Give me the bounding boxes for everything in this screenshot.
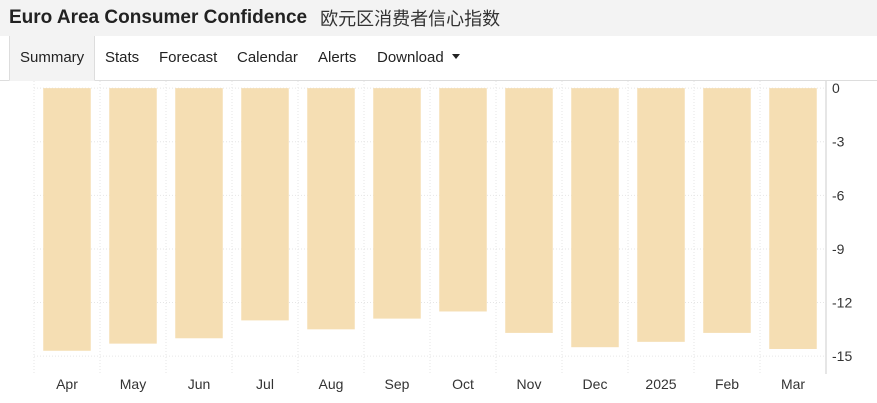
chevron-down-icon: [451, 53, 460, 59]
bar[interactable]: [637, 88, 685, 342]
x-tick-label: Sep: [385, 376, 410, 392]
y-tick-label: -12: [832, 295, 852, 311]
bar[interactable]: [43, 88, 91, 351]
bar[interactable]: [241, 88, 289, 321]
x-tick-label: Mar: [781, 376, 805, 392]
y-tick-label: -15: [832, 348, 852, 364]
x-axis-labels: Apr May Jun Jul Aug Sep Oct Nov Dec 2025 Feb Mar: [56, 376, 805, 392]
tab-bar: Summary Stats Forecast Calendar Alerts D…: [0, 36, 877, 81]
x-tick-label: Dec: [583, 376, 608, 392]
x-tick-label: Oct: [452, 376, 474, 392]
tab-alerts[interactable]: Alerts: [318, 36, 356, 80]
bar[interactable]: [307, 88, 355, 330]
bar[interactable]: [571, 88, 619, 348]
tab-stats[interactable]: Stats: [105, 36, 139, 80]
x-tick-label: Aug: [319, 376, 344, 392]
tab-summary[interactable]: Summary: [9, 36, 96, 81]
x-tick-label: 2025: [645, 376, 676, 392]
bar[interactable]: [505, 88, 553, 333]
page-title-chinese: 欧元区消费者信心指数: [320, 9, 501, 30]
tab-download[interactable]: Download: [377, 36, 460, 80]
y-tick-label: -3: [832, 134, 845, 150]
bar[interactable]: [439, 88, 487, 312]
bar[interactable]: [175, 88, 223, 339]
bar[interactable]: [769, 88, 817, 349]
x-tick-label: Jul: [256, 376, 274, 392]
bar[interactable]: [373, 88, 421, 319]
x-tick-label: May: [120, 376, 146, 392]
x-tick-label: Nov: [517, 376, 542, 392]
page-title: Euro Area Consumer Confidence: [9, 7, 308, 28]
page-header: Euro Area Consumer Confidence 欧元区消费者信心指数: [0, 0, 877, 36]
y-tick-label: 0: [832, 81, 840, 96]
x-tick-label: Feb: [715, 376, 739, 392]
bar-chart: Apr May Jun Jul Aug Sep Oct Nov Dec 2025 Feb Mar 0 -…: [33, 81, 852, 392]
y-axis-labels: 0 -3 -6 -9 -12 -15: [832, 81, 852, 364]
tab-calendar[interactable]: Calendar: [237, 36, 298, 80]
bar[interactable]: [109, 88, 157, 344]
y-tick-label: -6: [832, 187, 845, 203]
bar[interactable]: [703, 88, 751, 333]
x-tick-label: Jun: [188, 376, 211, 392]
x-tick-label: Apr: [56, 376, 78, 392]
y-tick-label: -9: [832, 241, 845, 257]
tab-forecast[interactable]: Forecast: [159, 36, 217, 80]
